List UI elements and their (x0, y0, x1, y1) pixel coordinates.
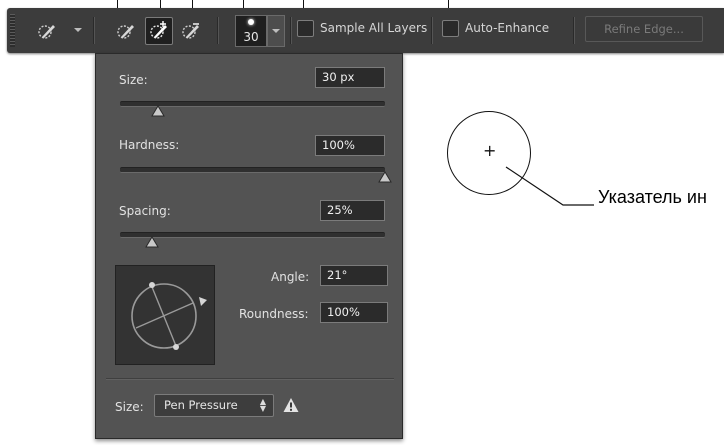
quick-selection-brush-icon[interactable] (35, 19, 59, 43)
angle-label: Angle: (271, 270, 310, 284)
separator (217, 17, 219, 44)
hardness-slider[interactable] (120, 167, 392, 183)
spacing-field[interactable]: 25% (320, 200, 385, 221)
roundness-field[interactable]: 100% (320, 302, 388, 323)
brush-picker-panel: Size: 30 px Hardness: 100% Spacing: 25% … (95, 53, 403, 439)
brush-picker-button[interactable]: 30 (235, 15, 267, 47)
pen-pressure-select-value: Pen Pressure (164, 398, 238, 412)
options-bar-grip[interactable] (10, 14, 15, 47)
brush-size-value: 30 (243, 30, 259, 44)
spacing-slider[interactable] (120, 232, 385, 248)
auto-enhance-label[interactable]: Auto-Enhance (465, 21, 549, 35)
separator (290, 17, 292, 44)
separator (573, 17, 575, 44)
hardness-field[interactable]: 100% (315, 135, 385, 156)
pressure-size-label: Size: (115, 400, 144, 414)
spacing-label: Spacing: (119, 204, 171, 218)
separator (93, 17, 95, 44)
brush-tip-shape-preview[interactable] (115, 265, 215, 365)
brush-picker-dropdown[interactable] (267, 15, 285, 47)
brush-tip-icon (248, 19, 254, 25)
crosshair-icon: + (483, 141, 497, 160)
warning-triangle-icon (283, 397, 299, 413)
pointer-callout-label: Указатель ин (598, 187, 707, 207)
panel-divider (106, 378, 394, 380)
roundness-label: Roundness: (239, 307, 309, 321)
tool-options-bar: 30 Sample All Layers Auto-Enhance Refine… (7, 8, 724, 53)
size-slider[interactable] (120, 101, 385, 117)
new-selection-brush-icon[interactable] (114, 19, 138, 43)
select-arrows-icon: ▲ ▼ (259, 397, 266, 413)
sample-all-layers-label[interactable]: Sample All Layers (320, 21, 427, 35)
refine-edge-button[interactable]: Refine Edge... (585, 16, 703, 42)
hardness-label: Hardness: (119, 138, 180, 152)
pen-pressure-select[interactable]: Pen Pressure ▲ ▼ (154, 394, 274, 417)
separator (431, 17, 433, 44)
add-to-selection-brush-icon[interactable] (145, 17, 173, 45)
auto-enhance-checkbox[interactable] (442, 20, 459, 37)
size-field[interactable]: 30 px (315, 67, 385, 88)
tool-preset-chevron-down-icon[interactable] (74, 28, 82, 32)
chevron-down-icon (272, 29, 280, 33)
angle-field[interactable]: 21° (320, 265, 388, 286)
size-label: Size: (119, 73, 148, 87)
sample-all-layers-checkbox[interactable] (297, 20, 314, 37)
subtract-from-selection-brush-icon[interactable] (179, 19, 203, 43)
